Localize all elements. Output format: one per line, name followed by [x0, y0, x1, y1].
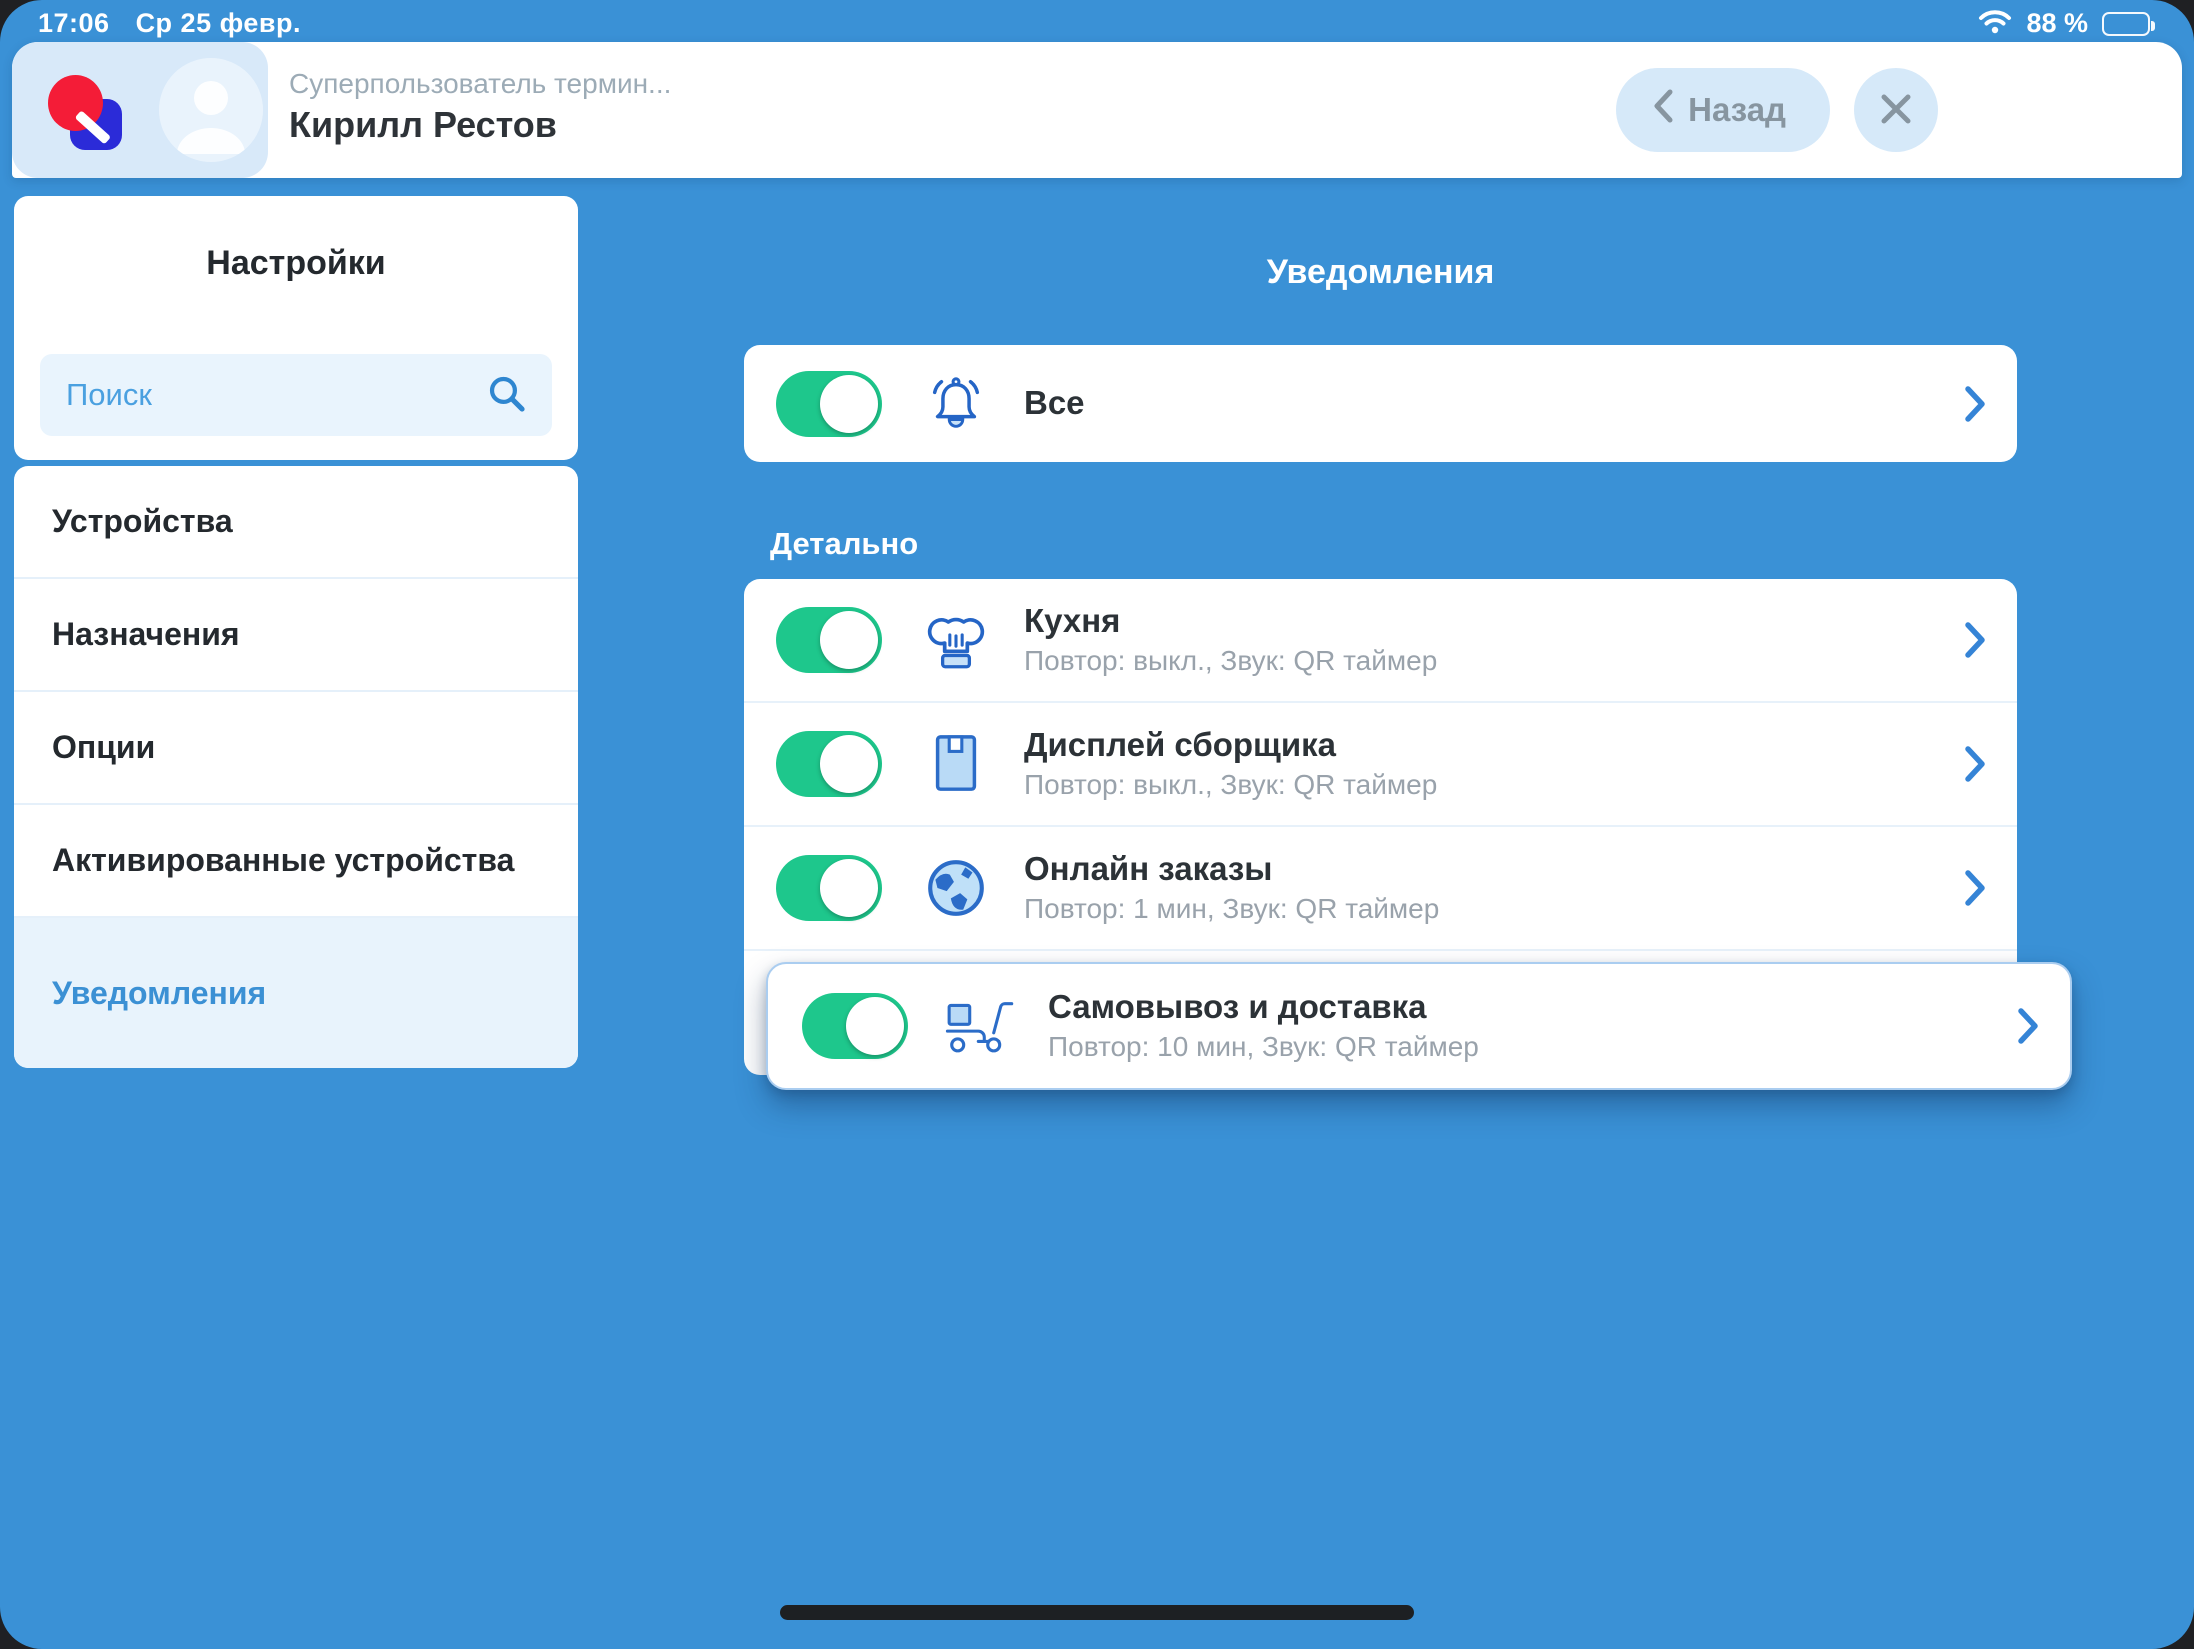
- chevron-left-icon: [1652, 88, 1674, 132]
- user-avatar[interactable]: [159, 58, 263, 162]
- status-time-date: 17:06 Ср 25 февр.: [38, 8, 301, 39]
- row-pickup-delivery[interactable]: Самовывоз и доставка Повтор: 10 мин, Зву…: [766, 962, 2072, 1090]
- close-button[interactable]: [1854, 68, 1938, 152]
- home-indicator[interactable]: [780, 1605, 1414, 1620]
- page-title: Уведомления: [744, 253, 2017, 292]
- online-orders-toggle[interactable]: [776, 855, 882, 921]
- section-label-detailed: Детально: [770, 526, 918, 562]
- back-button[interactable]: Назад: [1616, 68, 1830, 152]
- assembler-display-toggle[interactable]: [776, 731, 882, 797]
- row-title: Самовывоз и доставка: [1048, 989, 1479, 1025]
- header-bar: Суперпользователь термин... Кирилл Ресто…: [12, 42, 2182, 178]
- row-subtitle: Повтор: 10 мин, Звук: QR таймер: [1048, 1032, 1479, 1063]
- close-icon: [1878, 91, 1914, 130]
- row-title: Кухня: [1024, 603, 1437, 639]
- pickup-delivery-toggle[interactable]: [802, 993, 908, 1059]
- delivery-scooter-icon: [944, 989, 1016, 1063]
- status-time: 17:06: [38, 8, 110, 38]
- chevron-right-icon: [1963, 868, 1987, 908]
- status-date: Ср 25 февр.: [136, 8, 301, 38]
- kitchen-toggle[interactable]: [776, 607, 882, 673]
- quick-resto-logo: [48, 75, 124, 151]
- chevron-right-icon: [2016, 1006, 2040, 1046]
- chevron-right-icon: [1963, 384, 1987, 424]
- chef-hat-icon: [920, 603, 992, 677]
- row-subtitle: Повтор: 1 мин, Звук: QR таймер: [1024, 894, 1439, 925]
- status-bar: 17:06 Ср 25 февр. 88 %: [0, 0, 2194, 44]
- chevron-right-icon: [1963, 620, 1987, 660]
- user-name-label: Кирилл Рестов: [289, 104, 557, 146]
- sidebar-title: Настройки: [14, 244, 578, 283]
- sidebar-menu: Устройства Назначения Опции Активированн…: [14, 466, 578, 1068]
- sidebar-settings-card: Настройки: [14, 196, 578, 460]
- row-title: Онлайн заказы: [1024, 851, 1439, 887]
- wifi-icon: [1978, 8, 2012, 39]
- battery-percent: 88 %: [2026, 8, 2088, 39]
- bell-icon: [920, 367, 992, 441]
- chevron-right-icon: [1963, 744, 1987, 784]
- row-assembler-display[interactable]: Дисплей сборщика Повтор: выкл., Звук: QR…: [744, 703, 2017, 827]
- user-role-label: Суперпользователь термин...: [289, 68, 671, 100]
- sidebar-item-notifications[interactable]: Уведомления: [14, 918, 578, 1068]
- battery-icon: [2102, 12, 2150, 36]
- search-box[interactable]: [40, 354, 552, 436]
- ipad-screen: 17:06 Ср 25 февр. 88 %: [0, 0, 2194, 1649]
- package-icon: [920, 727, 992, 801]
- row-subtitle: Повтор: выкл., Звук: QR таймер: [1024, 770, 1437, 801]
- search-icon[interactable]: [484, 371, 528, 420]
- sidebar-item-activated-devices[interactable]: Активированные устройства: [14, 805, 578, 918]
- globe-icon: [920, 851, 992, 925]
- all-row-label: Все: [1024, 385, 1085, 421]
- back-button-label: Назад: [1688, 91, 1786, 129]
- row-kitchen[interactable]: Кухня Повтор: выкл., Звук: QR таймер: [744, 579, 2017, 703]
- notifications-all-row[interactable]: Все: [744, 345, 2017, 462]
- sidebar-item-devices[interactable]: Устройства: [14, 466, 578, 579]
- row-subtitle: Повтор: выкл., Звук: QR таймер: [1024, 646, 1437, 677]
- all-notifications-toggle[interactable]: [776, 371, 882, 437]
- sidebar-item-assignments[interactable]: Назначения: [14, 579, 578, 692]
- row-title: Дисплей сборщика: [1024, 727, 1437, 763]
- search-input[interactable]: [64, 376, 484, 414]
- sidebar-item-options[interactable]: Опции: [14, 692, 578, 805]
- row-online-orders[interactable]: Онлайн заказы Повтор: 1 мин, Звук: QR та…: [744, 827, 2017, 951]
